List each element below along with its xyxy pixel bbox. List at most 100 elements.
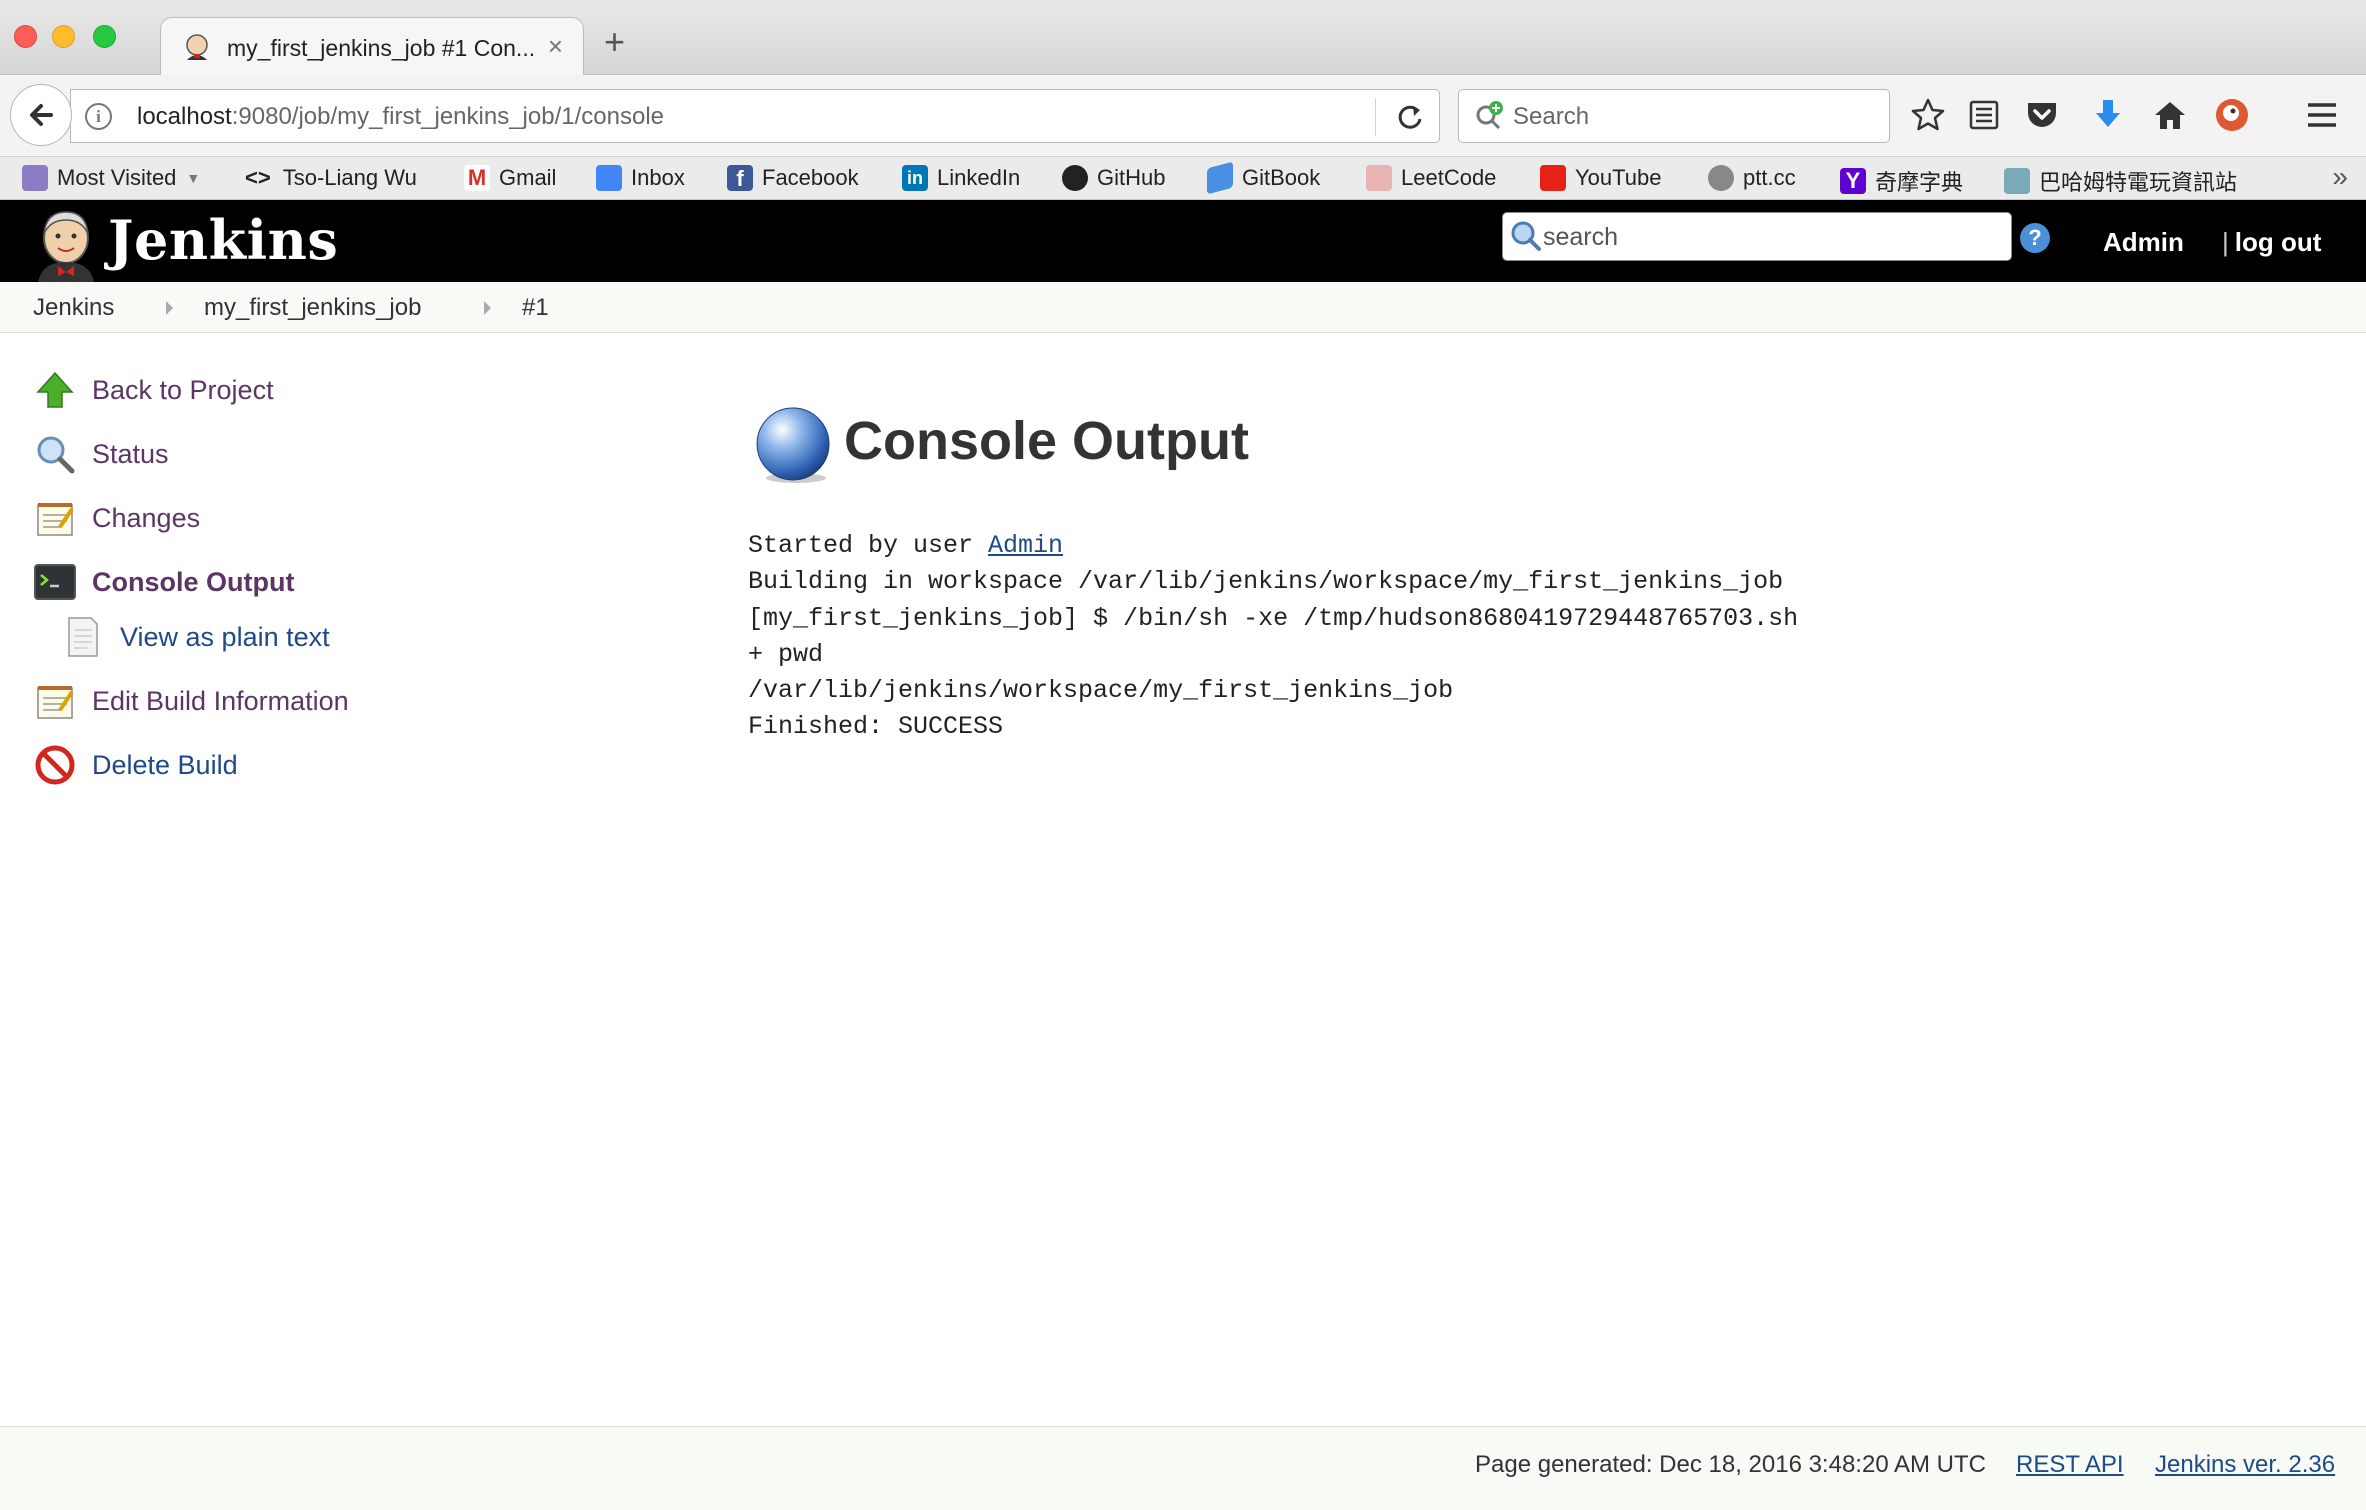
bookmark-label: 奇摩字典 xyxy=(1875,170,1964,195)
console-line: Started by user xyxy=(748,531,989,560)
console-user-link[interactable]: Admin xyxy=(988,531,1063,560)
home-icon[interactable] xyxy=(2152,97,2188,133)
zoom-window-button[interactable] xyxy=(93,25,116,48)
jenkins-butler-icon[interactable] xyxy=(32,206,100,282)
jenkins-logo-text[interactable]: Jenkins xyxy=(108,208,338,272)
new-tab-button[interactable]: + xyxy=(604,24,625,60)
code-icon: <> xyxy=(245,165,271,190)
sidebar-item-label: Console Output xyxy=(92,566,295,597)
page-info-icon[interactable]: i xyxy=(85,103,112,130)
breadcrumb-job[interactable]: my_first_jenkins_job xyxy=(204,294,421,322)
bookmark-github[interactable]: GitHub xyxy=(1062,165,1165,191)
search-icon xyxy=(1511,221,1541,251)
user-link[interactable]: Admin xyxy=(2103,227,2184,258)
close-window-button[interactable] xyxy=(14,25,37,48)
linkedin-icon: in xyxy=(902,165,928,191)
bookmark-star-icon[interactable] xyxy=(1910,97,1946,133)
github-icon xyxy=(1062,165,1088,191)
bookmark-label: YouTube xyxy=(1575,165,1662,190)
bookmarks-overflow-icon[interactable]: » xyxy=(2332,161,2348,193)
bookmark-label: Tso-Liang Wu xyxy=(282,165,417,190)
jenkins-search-input[interactable] xyxy=(1543,221,1993,253)
bookmark-most-visited[interactable]: Most Visited ▼ xyxy=(22,165,200,191)
bookmark-tso-liang-wu[interactable]: <> Tso-Liang Wu xyxy=(245,165,417,191)
url-host: localhost xyxy=(137,103,232,130)
search-help-icon[interactable]: ? xyxy=(2020,223,2050,253)
gmail-icon: M xyxy=(464,165,490,191)
sidebar-item-label: Status xyxy=(92,438,169,469)
console-line: + pwd xyxy=(748,639,824,669)
rest-api-link[interactable]: REST API xyxy=(2016,1451,2124,1479)
jenkins-search-box[interactable] xyxy=(1502,212,2012,261)
jenkins-version-link[interactable]: Jenkins ver. 2.36 xyxy=(2155,1451,2335,1479)
console-output: Started by user Admin Building in worksp… xyxy=(748,528,1798,746)
console-line: Building in workspace /var/lib/jenkins/w… xyxy=(748,567,1784,597)
breadcrumb-arrow-icon[interactable] xyxy=(484,301,491,315)
bookmark-yahoo-dictionary[interactable]: Y 奇摩字典 xyxy=(1840,165,1963,197)
download-icon[interactable] xyxy=(2090,97,2126,133)
address-bar[interactable]: i localhost:9080/job/my_first_jenkins_jo… xyxy=(70,89,1440,143)
sidebar-item-label: View as plain text xyxy=(120,621,330,652)
magnifier-icon xyxy=(32,431,78,477)
sidebar-item-label: Back to Project xyxy=(92,374,274,405)
breadcrumb-build[interactable]: #1 xyxy=(522,294,549,322)
breadcrumb: Jenkins my_first_jenkins_job #1 xyxy=(0,282,2366,333)
bookmark-label: LeetCode xyxy=(1401,165,1497,190)
console-line: Finished: SUCCESS xyxy=(748,712,1004,742)
bookmark-ptt[interactable]: ptt.cc xyxy=(1708,165,1796,191)
sidebar-item-view-plain-text[interactable]: View as plain text xyxy=(60,614,330,660)
footer: Page generated: Dec 18, 2016 3:48:20 AM … xyxy=(0,1426,2366,1510)
bookmark-label: Gmail xyxy=(499,165,557,190)
no-entry-icon xyxy=(32,742,78,788)
url-path: :9080/job/my_first_jenkins_job/1/console xyxy=(231,103,664,130)
gitbook-icon xyxy=(1207,161,1233,195)
leetcode-icon xyxy=(1366,165,1392,191)
up-arrow-icon xyxy=(32,367,78,413)
sidebar-item-console-output[interactable]: Console Output xyxy=(32,559,294,605)
breadcrumb-arrow-icon[interactable] xyxy=(166,301,173,315)
bookmark-gitbook[interactable]: GitBook xyxy=(1207,161,1321,195)
console-line: /var/lib/jenkins/workspace/my_first_jenk… xyxy=(748,676,1454,706)
back-button[interactable] xyxy=(10,84,72,146)
reload-icon[interactable] xyxy=(1391,98,1429,136)
browser-search-placeholder: Search xyxy=(1513,103,1590,130)
bookmark-bahamut[interactable]: 巴哈姆特電玩資訊站 xyxy=(2004,165,2237,197)
minimize-window-button[interactable] xyxy=(52,25,75,48)
hamburger-menu-icon[interactable] xyxy=(2304,97,2340,133)
yahoo-icon: Y xyxy=(1840,168,1866,194)
bookmark-label: GitHub xyxy=(1097,165,1166,190)
sidebar-item-delete-build[interactable]: Delete Build xyxy=(32,742,238,788)
logout-separator: | xyxy=(2222,227,2229,257)
bookmark-gmail[interactable]: M Gmail xyxy=(464,165,556,191)
pocket-icon[interactable] xyxy=(2024,97,2060,133)
sidebar-item-edit-build-information[interactable]: Edit Build Information xyxy=(32,678,349,724)
notepad-icon xyxy=(32,495,78,541)
tab-close-icon[interactable]: × xyxy=(548,31,563,62)
folder-icon xyxy=(22,165,48,191)
sidebar-item-label: Edit Build Information xyxy=(92,685,349,716)
breadcrumb-jenkins[interactable]: Jenkins xyxy=(33,294,114,322)
bookmark-label: GitBook xyxy=(1242,165,1321,190)
bahamut-icon xyxy=(2004,168,2030,194)
bookmark-facebook[interactable]: f Facebook xyxy=(727,165,859,191)
browser-search-bar[interactable]: Search xyxy=(1458,89,1890,143)
sidebar-item-label: Delete Build xyxy=(92,749,238,780)
bookmark-leetcode[interactable]: LeetCode xyxy=(1366,165,1496,191)
bookmark-linkedin[interactable]: in LinkedIn xyxy=(902,165,1020,191)
duckduckgo-icon[interactable] xyxy=(2214,97,2250,133)
bookmark-youtube[interactable]: YouTube xyxy=(1540,165,1661,191)
blue-ball-icon xyxy=(756,407,830,483)
sidebar-item-status[interactable]: Status xyxy=(32,431,169,477)
logout-link[interactable]: log out xyxy=(2235,227,2322,257)
url-text[interactable]: localhost:9080/job/my_first_jenkins_job/… xyxy=(137,103,664,131)
bookmark-inbox[interactable]: Inbox xyxy=(596,165,685,191)
reading-list-icon[interactable] xyxy=(1966,97,2002,133)
sidebar-item-back-to-project[interactable]: Back to Project xyxy=(32,367,274,413)
sidebar-item-changes[interactable]: Changes xyxy=(32,495,200,541)
bookmark-label: ptt.cc xyxy=(1743,165,1796,190)
terminal-icon xyxy=(32,559,78,605)
browser-tab[interactable]: my_first_jenkins_job #1 Con... × xyxy=(160,17,584,76)
tab-title: my_first_jenkins_job #1 Con... xyxy=(227,35,536,61)
notepad-icon xyxy=(32,678,78,724)
youtube-icon xyxy=(1540,165,1566,191)
